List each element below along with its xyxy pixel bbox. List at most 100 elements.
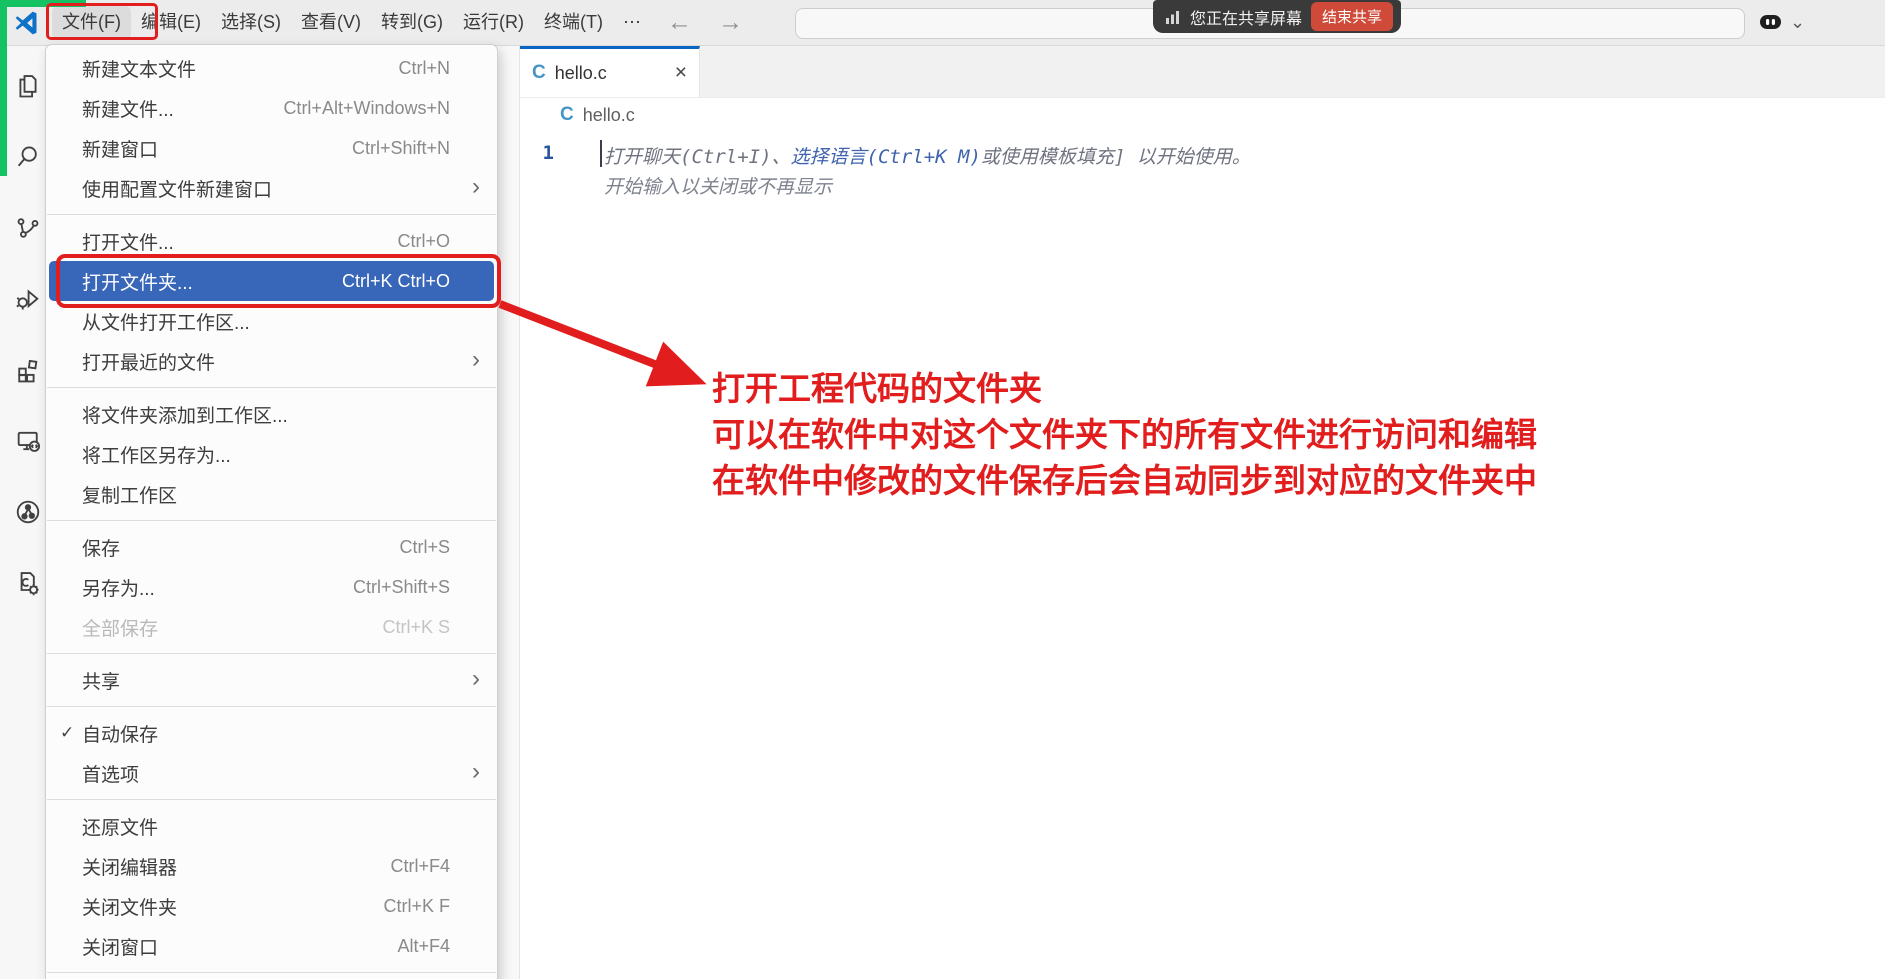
menu-item-label: 另存为...: [82, 574, 155, 601]
placeholder-open-chat: 打开聊天(Ctrl+I)、: [604, 146, 791, 168]
menubar-item-view[interactable]: 查看(V): [291, 6, 371, 39]
menu-item-new-file[interactable]: 新建文件...Ctrl+Alt+Windows+N: [49, 88, 494, 128]
line-number: 1: [520, 142, 554, 164]
code-area[interactable]: 1 打开聊天(Ctrl+I)、选择语言(Ctrl+K M)或使用模板填充] 以开…: [520, 132, 1885, 232]
tab-hello-c[interactable]: C hello.c ×: [520, 46, 700, 97]
editor-group: C hello.c × C hello.c 1 打开聊天(Ctrl+I)、选择语…: [520, 46, 1885, 979]
annotation-line: 打开工程代码的文件夹: [712, 366, 1537, 412]
menubar-item-file[interactable]: 文件(F): [52, 6, 131, 39]
menu-item-shortcut: Ctrl+Shift+N: [322, 138, 450, 159]
menu-separator: [47, 214, 496, 215]
menu-item-open-recent[interactable]: 打开最近的文件›: [49, 341, 494, 381]
menu-item-save-as[interactable]: 另存为...Ctrl+Shift+S: [49, 567, 494, 607]
menu-item-label: 新建文本文件: [82, 55, 196, 82]
title-bar: 文件(F)编辑(E)选择(S)查看(V)转到(G)运行(R)终端(T)⋯ ← →…: [0, 0, 1885, 46]
menu-item-label: 从文件打开工作区...: [82, 308, 250, 335]
menu-item-open-folder[interactable]: 打开文件夹... Ctrl+K Ctrl+O: [49, 261, 494, 301]
menu-item-add-folder-to-workspace[interactable]: 将文件夹添加到工作区...: [49, 394, 494, 434]
menu-separator: [47, 799, 496, 800]
tab-close-icon[interactable]: ×: [675, 63, 687, 83]
menu-separator: [47, 387, 496, 388]
menu-item-label: 全部保存: [82, 614, 158, 641]
menu-item-duplicate-workspace[interactable]: 复制工作区: [49, 474, 494, 514]
vscode-window: 文件(F)编辑(E)选择(S)查看(V)转到(G)运行(R)终端(T)⋯ ← →…: [0, 0, 1885, 979]
tab-strip: C hello.c ×: [520, 46, 1885, 98]
menu-separator: [47, 520, 496, 521]
menubar-item-goto[interactable]: 转到(G): [371, 6, 453, 39]
submenu-chevron-icon: ›: [472, 173, 480, 201]
menu-item-shortcut: Ctrl+O: [367, 231, 450, 252]
menubar-item-terminal[interactable]: 终端(T): [534, 6, 613, 39]
menu-item-save-all[interactable]: 全部保存 Ctrl+K S: [49, 607, 494, 647]
menu-item-shortcut: Alt+F4: [367, 936, 450, 957]
menu-item-label: 关闭文件夹: [82, 893, 177, 920]
menu-item-label: 新建窗口: [82, 135, 158, 162]
menu-item-close-folder[interactable]: 关闭文件夹 Ctrl+K F: [49, 886, 494, 926]
menubar-item-selection[interactable]: 选择(S): [211, 6, 291, 39]
menu-item-shortcut: Ctrl+K Ctrl+O: [312, 271, 450, 292]
menu-separator: [47, 972, 496, 973]
annotation-text: 打开工程代码的文件夹 可以在软件中对这个文件夹下的所有文件进行访问和编辑 在软件…: [712, 366, 1537, 504]
menu-item-shortcut: Ctrl+K S: [352, 617, 450, 638]
submenu-chevron-icon: ›: [472, 758, 480, 786]
tab-label: hello.c: [555, 63, 607, 84]
menu-item-label: 将文件夹添加到工作区...: [82, 401, 288, 428]
menu-item-label: 共享: [82, 667, 120, 694]
menu-item-label: 复制工作区: [82, 481, 177, 508]
placeholder-tail: 或使用模板填充] 以开始使用。: [981, 146, 1251, 168]
vscode-logo-icon: [12, 9, 40, 37]
breadcrumb-item[interactable]: hello.c: [583, 105, 635, 126]
menu-item-label: 自动保存: [82, 720, 158, 747]
menu-item-preferences[interactable]: 首选项›: [49, 753, 494, 793]
menu-item-label: 使用配置文件新建窗口: [82, 175, 272, 202]
placeholder-pick-language-link[interactable]: 选择语言(Ctrl+K M): [791, 146, 981, 168]
menu-item-shortcut: Ctrl+K F: [353, 896, 450, 917]
menu-item-close-editor[interactable]: 关闭编辑器 Ctrl+F4: [49, 846, 494, 886]
menu-item-shortcut: Ctrl+S: [369, 537, 450, 558]
menu-item-save[interactable]: 保存 Ctrl+S: [49, 527, 494, 567]
menu-item-new-window-with-profile[interactable]: 使用配置文件新建窗口 ›: [49, 168, 494, 208]
file-menu-dropdown: 新建文本文件Ctrl+N新建文件...Ctrl+Alt+Windows+N新建窗…: [45, 44, 498, 979]
screen-share-banner: 您正在共享屏幕 结束共享: [1153, 0, 1401, 33]
menu-item-new-text-file[interactable]: 新建文本文件 Ctrl+N: [49, 48, 494, 88]
menu-separator: [47, 706, 496, 707]
menu-item-label: 打开文件...: [82, 228, 174, 255]
menu-item-shortcut: Ctrl+Alt+Windows+N: [253, 98, 450, 119]
nav-forward-icon[interactable]: →: [718, 6, 743, 39]
menu-separator: [47, 653, 496, 654]
menu-item-auto-save[interactable]: ✓ 自动保存: [49, 713, 494, 753]
copilot-icon: [1757, 10, 1784, 34]
copilot-button[interactable]: ⌄: [1757, 10, 1805, 34]
check-icon: ✓: [60, 723, 74, 743]
menu-item-open-file[interactable]: 打开文件... Ctrl+O: [49, 221, 494, 261]
menu-item-shortcut: Ctrl+N: [368, 58, 450, 79]
signal-bars-icon: [1165, 9, 1181, 25]
menu-item-label: 打开文件夹...: [82, 268, 193, 295]
screen-share-border-top: [0, 0, 86, 7]
menu-item-close-window[interactable]: 关闭窗口Alt+F4: [49, 926, 494, 966]
breadcrumb[interactable]: C hello.c: [520, 98, 1885, 132]
nav-back-icon[interactable]: ←: [667, 6, 692, 39]
menu-item-shortcut: Ctrl+F4: [360, 856, 450, 877]
submenu-chevron-icon: ›: [472, 665, 480, 693]
menubar-item-run[interactable]: 运行(R): [453, 6, 534, 39]
menu-item-label: 打开最近的文件: [82, 348, 215, 375]
menu-item-label: 将工作区另存为...: [82, 441, 231, 468]
menubar-item-more[interactable]: ⋯: [613, 6, 651, 39]
menu-item-share[interactable]: 共享 ›: [49, 660, 494, 700]
menu-item-label: 关闭编辑器: [82, 853, 177, 880]
menu-item-open-workspace-from-file[interactable]: 从文件打开工作区...: [49, 301, 494, 341]
editor-placeholder-line2: 开始输入以关闭或不再显示: [604, 172, 832, 199]
text-cursor: [600, 140, 602, 167]
end-share-button[interactable]: 结束共享: [1311, 2, 1393, 31]
editor-placeholder-line1: 打开聊天(Ctrl+I)、选择语言(Ctrl+K M)或使用模板填充] 以开始使…: [604, 142, 1251, 169]
menu-item-revert-file[interactable]: 还原文件: [49, 806, 494, 846]
share-message: 您正在共享屏幕: [1190, 5, 1302, 29]
menu-item-label: 保存: [82, 534, 120, 561]
c-language-icon: C: [532, 62, 546, 84]
menubar-item-edit[interactable]: 编辑(E): [131, 6, 211, 39]
menu-item-save-workspace-as[interactable]: 将工作区另存为...: [49, 434, 494, 474]
annotation-line: 可以在软件中对这个文件夹下的所有文件进行访问和编辑: [712, 412, 1537, 458]
menubar: 文件(F)编辑(E)选择(S)查看(V)转到(G)运行(R)终端(T)⋯: [52, 6, 651, 39]
menu-item-new-window[interactable]: 新建窗口 Ctrl+Shift+N: [49, 128, 494, 168]
